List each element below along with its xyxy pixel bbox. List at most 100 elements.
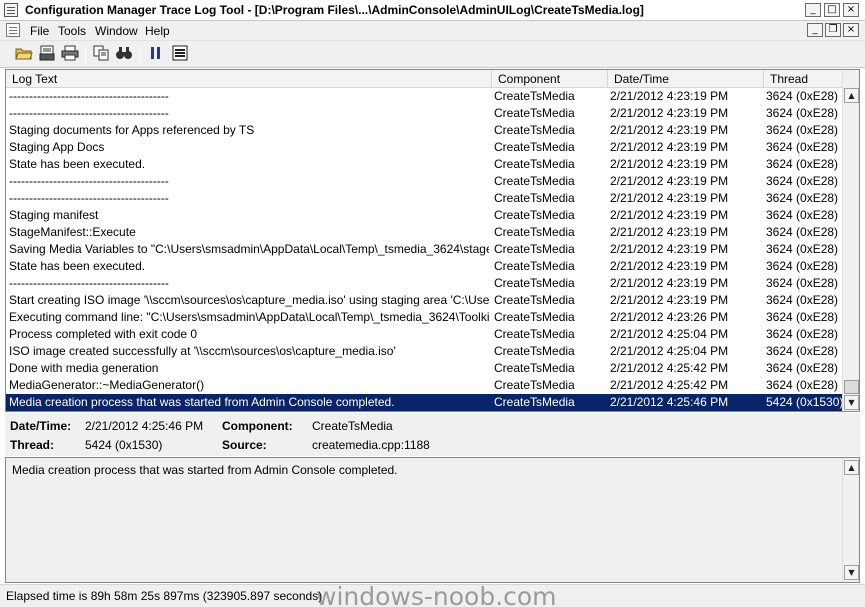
scroll-down-arrow-icon[interactable]: ▼	[844, 565, 859, 580]
thread-cell: 3624 (0xE28)	[766, 327, 839, 341]
table-row[interactable]: ----------------------------------------…	[6, 88, 843, 105]
thread-cell: 3624 (0xE28)	[766, 157, 839, 171]
datetime-cell: 2/21/2012 4:25:42 PM	[610, 361, 729, 375]
scroll-up-arrow-icon[interactable]: ▲	[844, 88, 859, 103]
child-close-button[interactable]: ×	[843, 23, 859, 37]
datetime-cell: 2/21/2012 4:25:04 PM	[610, 344, 729, 358]
child-minimize-button[interactable]: _	[807, 23, 823, 37]
datetime-label: Date/Time:	[10, 419, 72, 433]
log-text-cell: ----------------------------------------	[9, 174, 169, 188]
table-row[interactable]: Staging App Docs CreateTsMedia 2/21/2012 4…	[6, 139, 843, 156]
pause-icon[interactable]	[146, 45, 166, 65]
table-row-selected[interactable]: Media creation process that was started …	[6, 394, 843, 411]
datetime-cell: 2/21/2012 4:23:19 PM	[610, 293, 729, 307]
log-text-cell: State has been executed.	[9, 157, 146, 171]
log-text-cell: MediaGenerator::~MediaGenerator()	[9, 378, 205, 392]
component-cell: CreateTsMedia	[494, 378, 575, 392]
toolbar-separator	[85, 46, 86, 64]
column-header-log-text[interactable]: Log Text	[6, 70, 492, 88]
table-row[interactable]: Executing command line: "C:\Users\smsadm…	[6, 309, 843, 326]
datetime-cell: 2/21/2012 4:23:19 PM	[610, 191, 729, 205]
log-text-cell: ----------------------------------------	[9, 106, 169, 120]
table-row[interactable]: Staging manifest CreateTsMedia 2/21/2012 4…	[6, 207, 843, 224]
log-text-cell: Saving Media Variables to "C:\Users\smsa…	[9, 242, 489, 256]
component-cell: CreateTsMedia	[494, 327, 575, 341]
thread-value: 5424 (0x1530)	[85, 438, 163, 452]
log-text-cell: ----------------------------------------	[9, 191, 169, 205]
child-restore-button[interactable]: ❐	[825, 23, 841, 37]
table-row[interactable]: ----------------------------------------…	[6, 105, 843, 122]
datetime-cell: 2/21/2012 4:23:19 PM	[610, 174, 729, 188]
close-button[interactable]: ×	[843, 3, 859, 17]
thread-label: Thread:	[10, 438, 55, 452]
menu-tools[interactable]: Tools	[58, 24, 86, 38]
document-icon[interactable]	[6, 23, 20, 37]
component-cell: CreateTsMedia	[494, 361, 575, 375]
column-header-datetime[interactable]: Date/Time	[608, 70, 764, 88]
menu-window[interactable]: Window	[95, 24, 138, 38]
table-row[interactable]: State has been executed. CreateTsMedia 2/2…	[6, 156, 843, 173]
open-folder-icon[interactable]	[14, 45, 34, 65]
component-cell: CreateTsMedia	[494, 157, 575, 171]
log-text-cell: Media creation process that was started …	[9, 395, 395, 409]
datetime-cell: 2/21/2012 4:23:19 PM	[610, 242, 729, 256]
thread-cell: 3624 (0xE28)	[766, 89, 839, 103]
table-row[interactable]: ISO image created successfully at '\\scc…	[6, 343, 843, 360]
watermark-text: windows-noob.com	[316, 582, 557, 607]
thread-cell: 3624 (0xE28)	[766, 242, 839, 256]
maximize-button[interactable]: □	[824, 3, 840, 17]
menu-help[interactable]: Help	[145, 24, 170, 38]
log-grid[interactable]: Log Text Component Date/Time Thread ----…	[5, 69, 860, 412]
datetime-cell: 2/21/2012 4:23:26 PM	[610, 310, 729, 324]
table-row[interactable]: ----------------------------------------…	[6, 275, 843, 292]
copy-icon[interactable]	[91, 45, 111, 65]
print-preview-icon[interactable]	[37, 45, 57, 65]
scroll-down-arrow-icon[interactable]: ▼	[844, 395, 859, 410]
datetime-cell: 2/21/2012 4:23:19 PM	[610, 208, 729, 222]
column-header-component[interactable]: Component	[492, 70, 608, 88]
component-cell: CreateTsMedia	[494, 208, 575, 222]
table-row[interactable]: ----------------------------------------…	[6, 190, 843, 207]
highlight-icon[interactable]	[170, 45, 190, 65]
scroll-up-arrow-icon[interactable]: ▲	[844, 460, 859, 475]
log-text-cell: Start creating ISO image '\\sccm\sources…	[9, 293, 489, 307]
thread-cell: 3624 (0xE28)	[766, 361, 839, 375]
message-scrollbar[interactable]: ▲ ▼	[842, 458, 859, 582]
message-textbox[interactable]: Media creation process that was started …	[5, 457, 860, 583]
log-text-cell: Executing command line: "C:\Users\smsadm…	[9, 310, 489, 324]
table-row[interactable]: State has been executed. CreateTsMedia 2/2…	[6, 258, 843, 275]
component-cell: CreateTsMedia	[494, 242, 575, 256]
component-cell: CreateTsMedia	[494, 344, 575, 358]
datetime-cell: 2/21/2012 4:23:19 PM	[610, 259, 729, 273]
minimize-button[interactable]: _	[805, 3, 821, 17]
details-pane: Date/Time: 2/21/2012 4:25:46 PM Componen…	[5, 413, 860, 456]
log-text-cell: Staging manifest	[9, 208, 99, 222]
toolbar-separator	[139, 46, 140, 64]
column-header-thread[interactable]: Thread	[764, 70, 843, 88]
table-row[interactable]: MediaGenerator::~MediaGenerator() CreateT…	[6, 377, 843, 394]
log-text-cell: ISO image created successfully at '\\scc…	[9, 344, 396, 358]
component-cell: CreateTsMedia	[494, 310, 575, 324]
app-icon[interactable]	[4, 3, 18, 17]
table-row[interactable]: Saving Media Variables to "C:\Users\smsa…	[6, 241, 843, 258]
table-row[interactable]: Staging documents for Apps referenced by…	[6, 122, 843, 139]
table-row[interactable]: Done with media generation CreateTsMedia 2…	[6, 360, 843, 377]
table-row[interactable]: StageManifest::Execute CreateTsMedia 2/21/…	[6, 224, 843, 241]
component-cell: CreateTsMedia	[494, 191, 575, 205]
window-title: Configuration Manager Trace Log Tool - […	[25, 3, 644, 17]
scroll-thumb[interactable]	[844, 380, 859, 394]
component-cell: CreateTsMedia	[494, 259, 575, 273]
menu-file[interactable]: File	[30, 24, 49, 38]
find-icon[interactable]	[114, 45, 134, 65]
log-text-cell: ----------------------------------------	[9, 276, 169, 290]
thread-cell: 3624 (0xE28)	[766, 225, 839, 239]
component-cell: CreateTsMedia	[494, 106, 575, 120]
print-icon[interactable]	[60, 45, 80, 65]
thread-cell: 5424 (0x1530)	[766, 395, 844, 409]
table-row[interactable]: ----------------------------------------…	[6, 173, 843, 190]
table-row[interactable]: Process completed with exit code 0 Create…	[6, 326, 843, 343]
source-label: Source:	[222, 438, 267, 452]
grid-scrollbar[interactable]: ▲ ▼	[842, 70, 859, 411]
datetime-cell: 2/21/2012 4:23:19 PM	[610, 225, 729, 239]
table-row[interactable]: Start creating ISO image '\\sccm\sources…	[6, 292, 843, 309]
